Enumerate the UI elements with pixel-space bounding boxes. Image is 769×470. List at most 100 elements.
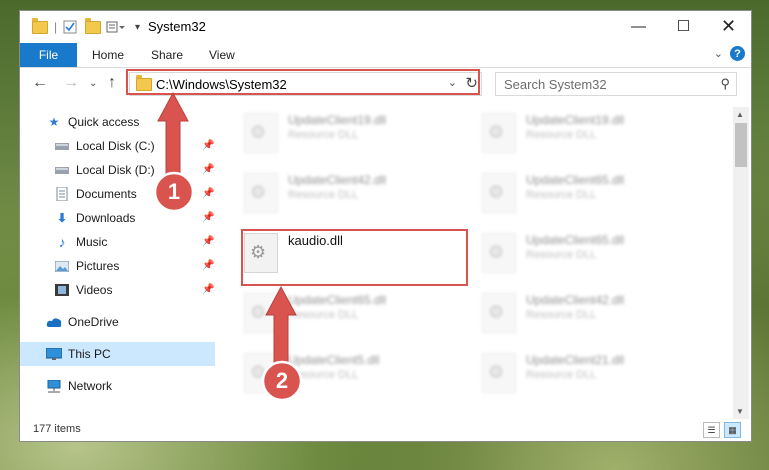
pin-icon[interactable]: 📌 [202, 284, 214, 295]
recent-locations-icon[interactable]: ⌄ [89, 78, 97, 89]
address-highlight-box [126, 69, 480, 95]
search-icon[interactable]: ⚲ [720, 76, 730, 92]
star-icon: ★ [48, 115, 60, 129]
file-type: Resource DLL [288, 369, 359, 381]
maximize-button[interactable]: ☐ [661, 11, 706, 41]
documents-icon [54, 187, 70, 201]
properties-icon[interactable] [63, 18, 77, 36]
file-type: Resource DLL [526, 369, 597, 381]
cloud-icon [46, 315, 62, 329]
monitor-icon [46, 347, 62, 361]
search-box[interactable]: Search System32 ⚲ [495, 72, 737, 96]
sidebar-item-label: Music [76, 235, 108, 249]
pin-icon[interactable]: 📌 [202, 164, 214, 175]
dll-file-icon [244, 173, 278, 213]
sidebar-item-label: Local Disk (D:) [76, 163, 155, 177]
tab-home[interactable]: Home [92, 48, 124, 62]
vertical-scrollbar[interactable]: ▲ ▼ [733, 107, 749, 419]
tab-view[interactable]: View [209, 48, 235, 62]
download-arrow-icon: ⬇ [56, 211, 68, 225]
pin-icon[interactable]: 📌 [202, 260, 214, 271]
divider: | [54, 20, 58, 34]
details-view-icon[interactable]: ☰ [703, 422, 720, 438]
sidebar-item-local-disk-c[interactable]: Local Disk (C:) [54, 135, 155, 157]
dll-file-icon [482, 233, 516, 273]
title-bar: | ▾ System32 — ☐ ✕ [20, 11, 751, 43]
file-item[interactable]: UpdateClient19.dll Resource DLL [220, 111, 450, 159]
sidebar-item-local-disk-d[interactable]: Local Disk (D:) [54, 159, 155, 181]
tab-share[interactable]: Share [151, 48, 183, 62]
sidebar-item-label: Downloads [76, 211, 136, 225]
back-button[interactable]: ← [32, 74, 48, 92]
file-name: UpdateClient65.dll [288, 293, 387, 307]
pin-icon[interactable]: 📌 [202, 140, 214, 151]
sidebar-item-onedrive[interactable]: OneDrive [46, 311, 119, 333]
sidebar-item-pictures[interactable]: Pictures [54, 255, 119, 277]
item-count: 177 items [33, 423, 81, 435]
window-title: System32 [148, 19, 206, 34]
file-item[interactable]: UpdateClient42.dll Resource DLL [458, 291, 688, 339]
large-icons-view-icon[interactable]: ▦ [724, 422, 741, 438]
file-item[interactable]: UpdateClient65.dll Resource DLL [458, 231, 688, 279]
status-bar: 177 items ☰ ▦ [20, 419, 751, 441]
file-name: UpdateClient42.dll [526, 293, 625, 307]
sidebar-item-downloads[interactable]: ⬇ Downloads [54, 207, 135, 229]
sidebar-item-label: Local Disk (C:) [76, 139, 155, 153]
file-type: Resource DLL [526, 189, 597, 201]
tab-file[interactable]: File [20, 43, 77, 67]
pin-icon[interactable]: 📌 [202, 212, 214, 223]
sidebar-item-label: This PC [68, 347, 111, 361]
sidebar-item-label: OneDrive [68, 315, 119, 329]
dll-file-icon [482, 293, 516, 333]
up-button[interactable]: ↑ [108, 74, 116, 92]
pictures-icon [54, 259, 70, 273]
file-explorer-window: | ▾ System32 — ☐ ✕ File Home Share View … [20, 11, 751, 441]
sidebar-item-label: Pictures [76, 259, 120, 273]
navigation-pane: ★ Quick access Local Disk (C:) 📌 Local D… [20, 107, 215, 407]
navigation-bar: ← → ⌄ ↑ C:\Windows\System32 ⌄ ↻ Search S… [20, 68, 751, 100]
file-highlight-box [241, 229, 468, 286]
help-icon[interactable]: ? [730, 46, 745, 61]
file-name: UpdateClient42.dll [288, 173, 387, 187]
pin-icon[interactable]: 📌 [202, 236, 214, 247]
file-name: UpdateClient65.dll [526, 233, 625, 247]
file-type: Resource DLL [526, 249, 597, 261]
file-type: Resource DLL [526, 309, 597, 321]
dll-file-icon [482, 113, 516, 153]
callout-number-2: 2 [275, 368, 289, 393]
file-item[interactable]: UpdateClient5.dll Resource DLL [220, 351, 450, 399]
forward-button[interactable]: → [63, 74, 79, 92]
scroll-up-icon[interactable]: ▲ [736, 110, 744, 119]
sidebar-item-documents[interactable]: Documents [54, 183, 137, 205]
expand-ribbon-icon[interactable]: ⌄ [714, 47, 723, 60]
sidebar-item-videos[interactable]: Videos [54, 279, 112, 301]
search-input[interactable]: Search System32 [504, 77, 607, 92]
file-item[interactable]: UpdateClient65.dll Resource DLL [458, 171, 688, 219]
sidebar-item-label: Documents [76, 187, 137, 201]
file-type: Resource DLL [288, 309, 359, 321]
file-item[interactable]: UpdateClient65.dll Resource DLL [220, 291, 450, 339]
scroll-down-icon[interactable]: ▼ [736, 407, 744, 416]
file-item[interactable]: UpdateClient42.dll Resource DLL [220, 171, 450, 219]
quick-access-dropdown-icon[interactable]: ▾ [135, 18, 140, 36]
callout-number-1: 1 [167, 179, 181, 204]
sidebar-item-network[interactable]: Network [46, 375, 112, 397]
file-item[interactable]: UpdateClient21.dll Resource DLL [458, 351, 688, 399]
file-name: UpdateClient19.dll [288, 113, 387, 127]
sidebar-item-this-pc[interactable]: This PC [46, 343, 111, 365]
sidebar-item-quick-access[interactable]: ★ Quick access [46, 111, 140, 133]
scrollbar-thumb[interactable] [735, 123, 747, 167]
pin-icon[interactable]: 📌 [202, 188, 214, 199]
minimize-button[interactable]: — [616, 11, 661, 41]
file-name: UpdateClient5.dll [288, 353, 380, 367]
ribbon-tabs: File Home Share View ⌄ ? [20, 43, 751, 68]
file-item[interactable]: UpdateClient19.dll Resource DLL [458, 111, 688, 159]
file-type: Resource DLL [526, 129, 597, 141]
dll-file-icon [244, 293, 278, 333]
sidebar-item-label: Quick access [68, 115, 140, 129]
file-type: Resource DLL [288, 129, 359, 141]
sidebar-item-music[interactable]: ♪ Music [54, 231, 108, 253]
customize-toolbar-icon[interactable] [106, 18, 126, 36]
new-folder-icon[interactable] [85, 17, 101, 36]
close-button[interactable]: ✕ [706, 11, 751, 41]
